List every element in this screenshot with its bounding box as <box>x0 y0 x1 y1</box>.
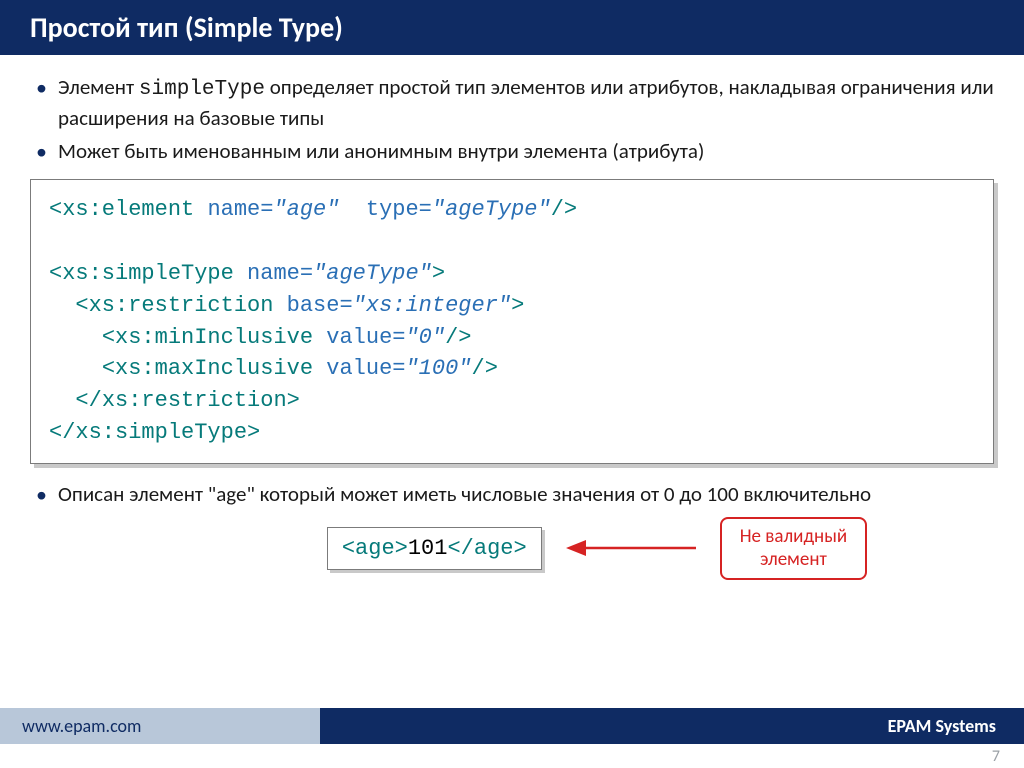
t: </ <box>49 420 75 445</box>
slide-content: Элемент simpleType определяет простой ти… <box>0 55 1024 590</box>
t: < <box>75 293 88 318</box>
t: "ageType" <box>313 261 432 286</box>
bullet-2: Может быть именованным или анонимным вну… <box>30 137 994 165</box>
t: value= <box>326 325 405 350</box>
t: > <box>432 261 445 286</box>
t: xs:simpleType <box>75 420 247 445</box>
t: "0" <box>405 325 445 350</box>
t <box>313 325 326 350</box>
t: < <box>102 325 115 350</box>
t: type= <box>366 197 432 222</box>
t: < <box>49 197 62 222</box>
t: xs:minInclusive <box>115 325 313 350</box>
t: /> <box>472 356 498 381</box>
t: < <box>49 261 62 286</box>
t <box>49 325 102 350</box>
t <box>49 388 75 413</box>
t: > <box>287 388 300 413</box>
invalid-callout: Не валидный элемент <box>720 517 867 581</box>
footer-brand: EPAM Systems <box>320 708 1024 744</box>
code-box: <xs:element name="age" type="ageType"/> … <box>30 179 994 464</box>
bullet-1: Элемент simpleType определяет простой ти… <box>30 73 994 133</box>
t: "xs:integer" <box>353 293 511 318</box>
t: value= <box>326 356 405 381</box>
t: xs:restriction <box>102 388 287 413</box>
age-example-wrap: <age>101</age> <box>327 527 542 570</box>
footer-url: www.epam.com <box>0 708 320 744</box>
t: </ <box>75 388 101 413</box>
callout-line-1: Не валидный <box>740 525 847 549</box>
t: xs:restriction <box>89 293 274 318</box>
t: < <box>102 356 115 381</box>
t <box>234 261 247 286</box>
footer: www.epam.com EPAM Systems <box>0 708 1024 744</box>
code-block: <xs:element name="age" type="ageType"/> … <box>30 179 994 464</box>
t: /> <box>445 325 471 350</box>
bullet-list-2: Описан элемент "age" который может иметь… <box>30 480 994 508</box>
t <box>49 356 102 381</box>
t: "100" <box>405 356 471 381</box>
age-close: </age> <box>447 536 526 561</box>
t: xs:simpleType <box>62 261 234 286</box>
bullet-list: Элемент simpleType определяет простой ти… <box>30 73 994 165</box>
t: > <box>247 420 260 445</box>
t <box>313 356 326 381</box>
bullet-1-code: simpleType <box>139 78 265 101</box>
t: xs:maxInclusive <box>115 356 313 381</box>
example-row: <age>101</age> Не валидный элемент <box>30 517 994 581</box>
page-number: 7 <box>992 747 1000 766</box>
t <box>273 293 286 318</box>
t: "ageType" <box>432 197 551 222</box>
t <box>49 293 75 318</box>
t: name= <box>207 197 273 222</box>
bullet-1-prefix: Элемент <box>58 74 139 100</box>
bullet-3: Описан элемент "age" который может иметь… <box>30 480 994 508</box>
t <box>194 197 207 222</box>
t: "age" <box>273 197 339 222</box>
slide-title: Простой тип (Simple Type) <box>0 0 1024 55</box>
t: base= <box>287 293 353 318</box>
age-example: <age>101</age> <box>327 527 542 570</box>
arrow-left-icon <box>566 536 696 560</box>
t: name= <box>247 261 313 286</box>
callout-line-2: элемент <box>740 548 847 572</box>
t <box>339 197 365 222</box>
t: xs:element <box>62 197 194 222</box>
age-open: <age> <box>342 536 408 561</box>
age-val: 101 <box>408 536 448 561</box>
t: > <box>511 293 524 318</box>
t: /> <box>551 197 577 222</box>
